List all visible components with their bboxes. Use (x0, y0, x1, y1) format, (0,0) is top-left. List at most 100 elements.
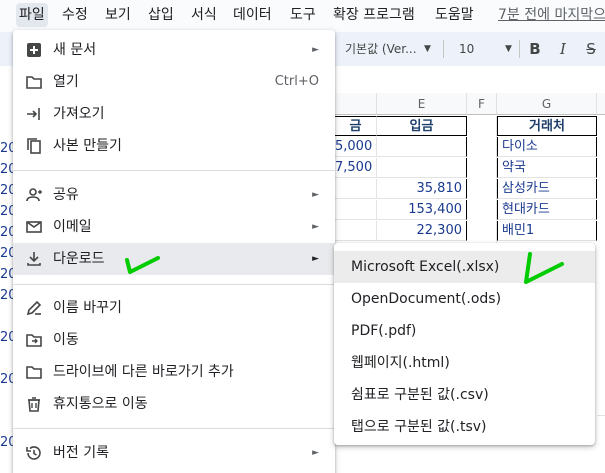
menu-insert[interactable]: 삽입 (145, 3, 177, 27)
table-cell[interactable] (377, 158, 467, 178)
table-cell[interactable]: 7,500 (335, 158, 377, 178)
file-menu-label: 다운로드 (53, 251, 105, 267)
table-header-cell[interactable]: 거래처 (497, 116, 597, 136)
submenu-arrow-icon: ► (312, 222, 319, 232)
file-menu-move[interactable]: 이동 (13, 324, 335, 356)
bold-button[interactable]: B (525, 38, 545, 60)
file-menu-label: 이메일 (53, 219, 92, 235)
row-cell-left[interactable]: 20 (0, 202, 13, 222)
copy-icon (25, 137, 43, 155)
row-cell-left[interactable]: 20 (0, 139, 13, 159)
submenu-arrow-icon: ► (312, 254, 319, 264)
history-icon (25, 444, 43, 462)
file-menu-label: 휴지통으로 이동 (53, 396, 148, 412)
file-menu-import[interactable]: 가져오기 (13, 98, 335, 130)
submenu-arrow-icon: ► (312, 190, 319, 200)
menu-divider (13, 170, 335, 171)
file-menu-label: 가져오기 (53, 106, 105, 122)
table-cell[interactable]: 현대카드 (497, 200, 597, 220)
row-cell-left[interactable]: 20 (0, 433, 13, 453)
submenu-label: 탭으로 구분된 값(.tsv) (351, 419, 487, 435)
table-cell[interactable]: 배민1 (497, 221, 597, 241)
menu-file[interactable]: 파일 (16, 3, 48, 27)
column-header-h[interactable] (597, 93, 605, 115)
download-submenu: Microsoft Excel(.xlsx) OpenDocument(.ods… (334, 243, 595, 445)
strikethrough-button[interactable]: S (581, 38, 601, 60)
table-cell[interactable]: 5,000 (335, 137, 377, 157)
menu-divider (13, 284, 335, 285)
file-menu-open[interactable]: 열기 Ctrl+O (13, 66, 335, 98)
menu-bar: 파일 수정 보기 삽입 서식 데이터 도구 확장 프로그램 도움말 7분 전에 … (0, 0, 605, 32)
download-csv[interactable]: 쉼표로 구분된 값(.csv) (334, 379, 595, 411)
table-cell[interactable]: 22,300 (377, 221, 467, 241)
menu-tools[interactable]: 도구 (287, 3, 319, 27)
submenu-label: OpenDocument(.ods) (351, 291, 502, 307)
row-cell-left[interactable]: 20 (0, 244, 13, 264)
file-menu-trash[interactable]: 휴지통으로 이동 (13, 388, 335, 420)
italic-button[interactable]: I (553, 38, 573, 60)
file-menu-new[interactable]: 새 문서 ► (13, 34, 335, 66)
table-cell[interactable] (335, 221, 377, 241)
submenu-label: 웹페이지(.html) (351, 355, 450, 371)
table-header-cell[interactable]: 입금 (377, 116, 467, 136)
download-tsv[interactable]: 탭으로 구분된 값(.tsv) (334, 411, 595, 443)
column-header-d[interactable] (335, 93, 377, 115)
file-menu: 새 문서 ► 열기 Ctrl+O 가져오기 사본 만들기 공유 ► 이메일 ► … (13, 30, 335, 473)
row-cell-left[interactable]: 20 (0, 181, 13, 201)
menu-format[interactable]: 서식 (188, 3, 220, 27)
table-cell[interactable]: 삼성카드 (497, 179, 597, 199)
row-cell-left[interactable]: 20 (0, 286, 13, 306)
file-menu-label: 이름 바꾸기 (53, 300, 122, 316)
table-cell[interactable]: 35,810 (377, 179, 467, 199)
row-cell-left[interactable]: 20 (0, 370, 13, 390)
table-cell[interactable]: 153,400 (377, 200, 467, 220)
download-pdf[interactable]: PDF(.pdf) (334, 315, 595, 347)
font-family-select[interactable]: 기본값 (Ver... (345, 38, 417, 60)
row-cell-left[interactable]: 20 (0, 160, 13, 180)
move-folder-icon (25, 331, 43, 349)
download-html[interactable]: 웹페이지(.html) (334, 347, 595, 379)
file-menu-copy[interactable]: 사본 만들기 (13, 130, 335, 162)
file-menu-download[interactable]: 다운로드 ► (13, 243, 335, 275)
column-header-f[interactable]: F (467, 93, 497, 115)
table-cell[interactable] (597, 116, 605, 416)
table-cell[interactable] (467, 116, 497, 263)
file-menu-label: 공유 (53, 187, 79, 203)
menu-help[interactable]: 도움말 (432, 3, 477, 27)
table-header-cell[interactable]: 금 (335, 116, 377, 136)
table-cell[interactable] (335, 200, 377, 220)
last-edit-link[interactable]: 7분 전에 마지막으 (498, 3, 605, 27)
row-cell-left[interactable]: 20 (0, 265, 13, 285)
table-cell[interactable]: 약국 (497, 158, 597, 178)
plus-box-icon (25, 41, 43, 59)
table-cell[interactable] (377, 137, 467, 157)
row-cell-left[interactable]: 20 (0, 328, 13, 348)
file-menu-version-history[interactable]: 버전 기록 ► (13, 437, 335, 469)
font-size-select[interactable]: 10 (459, 38, 474, 60)
download-ods[interactable]: OpenDocument(.ods) (334, 283, 595, 315)
toolbar-divider (519, 40, 520, 58)
font-family-caret-icon[interactable]: ▼ (424, 38, 431, 60)
font-size-caret-icon[interactable]: ▼ (505, 38, 512, 60)
menu-edit[interactable]: 수정 (59, 3, 91, 27)
table-cell[interactable] (335, 179, 377, 199)
submenu-label: Microsoft Excel(.xlsx) (351, 259, 500, 275)
file-menu-add-shortcut[interactable]: 드라이브에 다른 바로가기 추가 (13, 356, 335, 388)
column-header-e[interactable]: E (377, 93, 467, 115)
file-menu-label: 드라이브에 다른 바로가기 추가 (53, 364, 234, 380)
submenu-arrow-icon: ► (312, 448, 319, 458)
import-icon (25, 105, 43, 123)
menu-data[interactable]: 데이터 (230, 3, 275, 27)
table-cell[interactable]: 다이소 (497, 137, 597, 157)
menu-extensions[interactable]: 확장 프로그램 (330, 3, 418, 27)
file-menu-share[interactable]: 공유 ► (13, 179, 335, 211)
file-menu-rename[interactable]: 이름 바꾸기 (13, 292, 335, 324)
row-cell-left[interactable]: 20 (0, 223, 13, 243)
download-xlsx[interactable]: Microsoft Excel(.xlsx) (334, 251, 595, 283)
menu-view[interactable]: 보기 (102, 3, 134, 27)
column-header-g[interactable]: G (497, 93, 597, 115)
download-icon (25, 250, 43, 268)
submenu-label: PDF(.pdf) (351, 323, 417, 339)
file-menu-email[interactable]: 이메일 ► (13, 211, 335, 243)
person-add-icon (25, 186, 43, 204)
